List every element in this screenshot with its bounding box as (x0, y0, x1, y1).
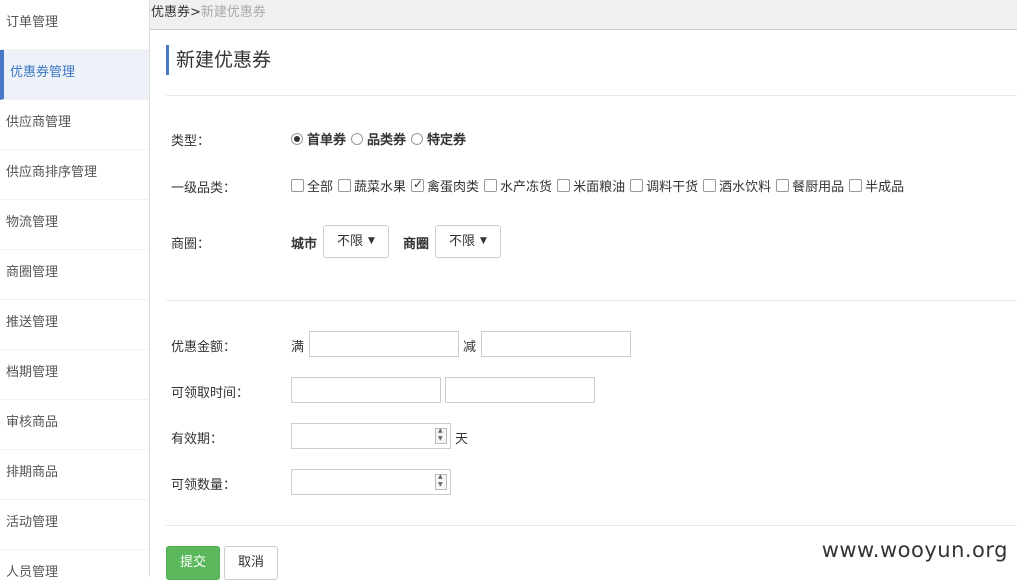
sidebar-item-staff[interactable]: 人员管理 (0, 550, 149, 577)
type-option-label: 品类券 (367, 129, 406, 148)
checkbox-icon[interactable] (703, 179, 716, 192)
sidebar-item-supplier-sort[interactable]: 供应商排序管理 (0, 150, 149, 200)
type-option-label: 特定券 (427, 129, 466, 148)
city-label: 城市 (291, 233, 317, 252)
circle-label: 商圈 (403, 233, 429, 252)
sidebar-item-scheduled-goods[interactable]: 排期商品 (0, 450, 149, 500)
spinner-icon[interactable] (435, 474, 447, 490)
category-option-label: 米面粮油 (573, 176, 625, 195)
checkbox-icon[interactable] (484, 179, 497, 192)
circle-dropdown-value: 不限 (449, 234, 475, 249)
category-checkbox-group: 全部 蔬菜水果 禽蛋肉类 水产冻货 米面粮油 调料干货 酒水饮料 餐厨用品 半成… (291, 176, 909, 195)
city-dropdown[interactable]: 不限 ▼ (323, 225, 389, 258)
breadcrumb-current: 新建优惠券 (201, 5, 266, 20)
type-option-first-order[interactable]: 首单券 (291, 129, 346, 148)
radio-icon[interactable] (351, 133, 363, 145)
category-label: 一级品类： (171, 177, 236, 196)
breadcrumb: 优惠券>新建优惠券 (151, 1, 266, 20)
sidebar-item-orders[interactable]: 订单管理 (0, 0, 149, 50)
sidebar-item-logistics[interactable]: 物流管理 (0, 200, 149, 250)
radio-icon[interactable] (411, 133, 423, 145)
checkbox-icon[interactable] (338, 179, 351, 192)
divider (166, 95, 1017, 96)
divider (166, 525, 1017, 526)
quantity-label: 可领数量： (171, 474, 236, 493)
spinner-icon[interactable] (435, 428, 447, 444)
sidebar-item-push[interactable]: 推送管理 (0, 300, 149, 350)
category-option-semi-finished[interactable]: 半成品 (849, 176, 904, 195)
divider (166, 300, 1017, 301)
circle-dropdown[interactable]: 不限 ▼ (435, 225, 501, 258)
sidebar-item-suppliers[interactable]: 供应商管理 (0, 100, 149, 150)
end-time-input[interactable] (445, 377, 595, 403)
category-option-all[interactable]: 全部 (291, 176, 333, 195)
category-option-grain-oil[interactable]: 米面粮油 (557, 176, 625, 195)
checkbox-icon[interactable] (849, 179, 862, 192)
category-option-label: 调料干货 (646, 176, 698, 195)
checkbox-icon[interactable] (291, 179, 304, 192)
minus-amount-input[interactable] (481, 331, 631, 357)
watermark: www.wooyun.org (822, 538, 1008, 562)
category-option-seafood[interactable]: 水产冻货 (484, 176, 552, 195)
type-option-category[interactable]: 品类券 (351, 129, 406, 148)
caret-down-icon: ▼ (480, 226, 487, 257)
city-dropdown-value: 不限 (337, 234, 363, 249)
sidebar-item-coupons[interactable]: 优惠券管理 (0, 50, 149, 100)
sidebar-item-activities[interactable]: 活动管理 (0, 500, 149, 550)
sidebar-item-schedule[interactable]: 档期管理 (0, 350, 149, 400)
category-option-label: 全部 (307, 176, 333, 195)
amount-label: 优惠金额： (171, 336, 236, 355)
sidebar-item-review-goods[interactable]: 审核商品 (0, 400, 149, 450)
checkbox-icon[interactable] (630, 179, 643, 192)
category-option-vegetables[interactable]: 蔬菜水果 (338, 176, 406, 195)
category-option-meat-eggs[interactable]: 禽蛋肉类 (411, 176, 479, 195)
category-option-label: 蔬菜水果 (354, 176, 406, 195)
time-label: 可领取时间： (171, 382, 249, 401)
minus-label: 减 (463, 336, 476, 355)
submit-button[interactable]: 提交 (166, 546, 220, 580)
checkbox-icon[interactable] (776, 179, 789, 192)
category-option-label: 酒水饮料 (719, 176, 771, 195)
checkbox-icon[interactable] (411, 179, 424, 192)
category-option-label: 水产冻货 (500, 176, 552, 195)
start-time-input[interactable] (291, 377, 441, 403)
category-option-label: 禽蛋肉类 (427, 176, 479, 195)
breadcrumb-parent[interactable]: 优惠券 (151, 5, 190, 20)
category-option-label: 半成品 (865, 176, 904, 195)
validity-input[interactable] (291, 423, 451, 449)
type-option-label: 首单券 (307, 129, 346, 148)
main-content: 新建优惠券 类型： 首单券 品类券 特定券 一级品类： 全部 蔬菜水果 禽蛋肉类… (150, 30, 1017, 577)
sidebar: 订单管理 优惠券管理 供应商管理 供应商排序管理 物流管理 商圈管理 推送管理 … (0, 0, 150, 577)
quantity-input[interactable] (291, 469, 451, 495)
category-option-beverages[interactable]: 酒水饮料 (703, 176, 771, 195)
caret-down-icon: ▼ (368, 226, 375, 257)
category-option-kitchenware[interactable]: 餐厨用品 (776, 176, 844, 195)
category-option-seasoning[interactable]: 调料干货 (630, 176, 698, 195)
radio-icon[interactable] (291, 133, 303, 145)
sidebar-item-business-areas[interactable]: 商圈管理 (0, 250, 149, 300)
area-label: 商圈： (171, 233, 210, 252)
type-label: 类型： (171, 130, 210, 149)
type-option-specific[interactable]: 特定券 (411, 129, 466, 148)
breadcrumb-separator: > (190, 5, 201, 20)
type-radio-group: 首单券 品类券 特定券 (291, 129, 471, 148)
checkbox-icon[interactable] (557, 179, 570, 192)
validity-label: 有效期： (171, 428, 223, 447)
cancel-button[interactable]: 取消 (224, 546, 278, 580)
full-label: 满 (291, 336, 304, 355)
page-title: 新建优惠券 (166, 45, 271, 75)
full-amount-input[interactable] (309, 331, 459, 357)
category-option-label: 餐厨用品 (792, 176, 844, 195)
day-unit: 天 (455, 428, 468, 447)
top-bar: 优惠券>新建优惠券 (150, 0, 1017, 30)
